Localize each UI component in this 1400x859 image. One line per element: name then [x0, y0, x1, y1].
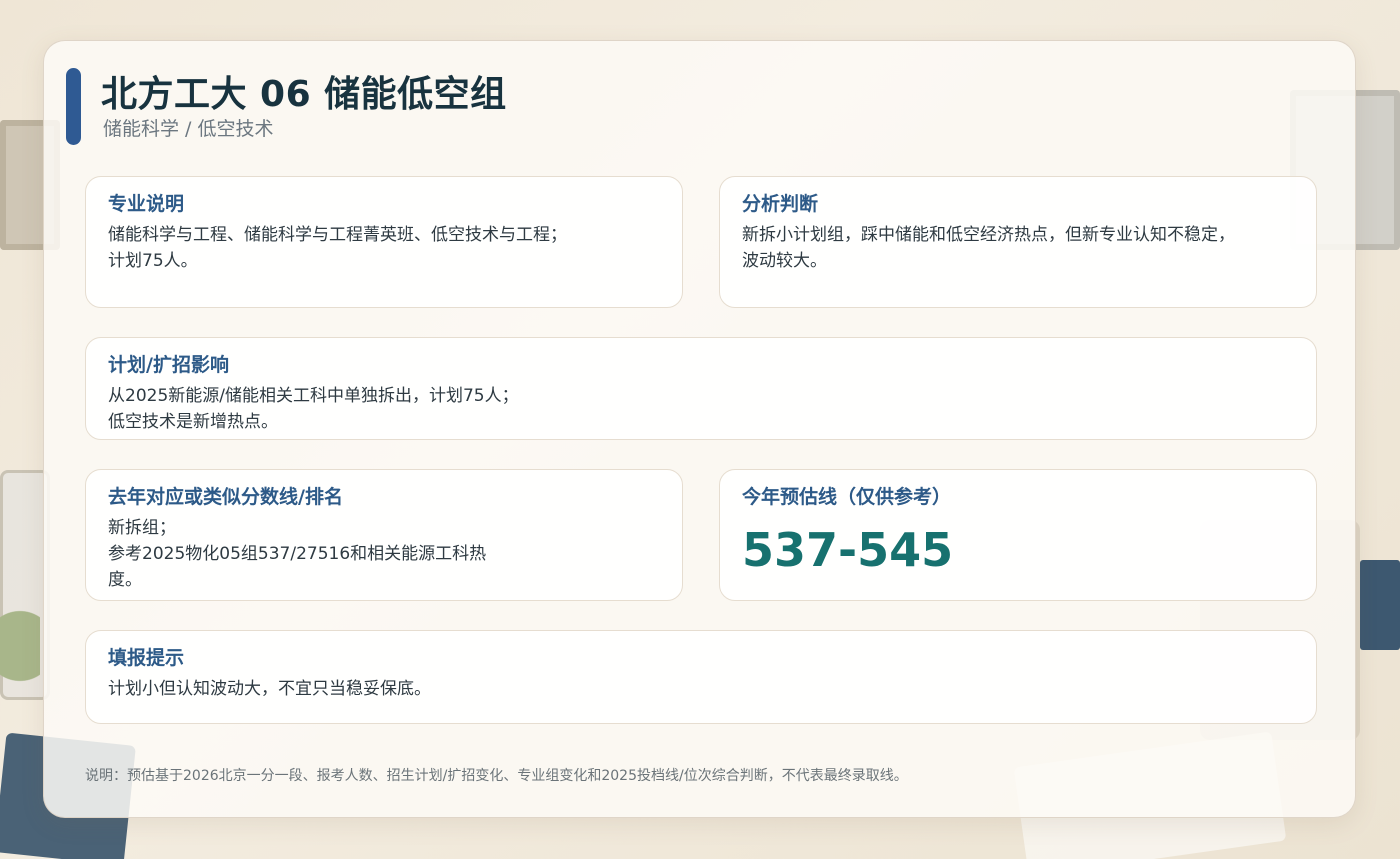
page-title: 北方工大 06 储能低空组 [101, 74, 507, 115]
card-body: 计划小但认知波动大，不宜只当稳妥保底。 [108, 679, 431, 699]
footnote: 说明：预估基于2026北京一分一段、报考人数、招生计划/扩招变化、专业组变化和2… [85, 768, 908, 784]
estimated-score-range: 537-545 [742, 523, 954, 577]
filing-tips-card: 填报提示 计划小但认知波动大，不宜只当稳妥保底。 [85, 630, 1317, 724]
card-title: 填报提示 [108, 647, 185, 669]
background-plant [0, 610, 40, 730]
estimate-card: 今年预估线（仅供参考） 537-545 [719, 469, 1317, 601]
card-body: 新拆组； 参考2025物化05组537/27516和相关能源工科热度。 [108, 518, 487, 590]
card-body: 储能科学与工程、储能科学与工程菁英班、低空技术与工程； 计划75人。 [108, 225, 567, 271]
plan-impact-card: 计划/扩招影响 从2025新能源/储能相关工科中单独拆出，计划75人； 低空技术… [85, 337, 1317, 440]
last-year-score-card: 去年对应或类似分数线/排名 新拆组； 参考2025物化05组537/27516和… [85, 469, 683, 601]
card-title: 专业说明 [108, 193, 185, 215]
card-title: 计划/扩招影响 [108, 354, 229, 376]
card-title: 分析判断 [742, 193, 819, 215]
card-body: 新拆小计划组，踩中储能和低空经济热点，但新专业认知不稳定，波动较大。 [742, 225, 1235, 271]
title-accent-bar [66, 68, 81, 145]
info-panel: 北方工大 06 储能低空组 储能科学 / 低空技术 专业说明 储能科学与工程、储… [43, 40, 1356, 818]
card-body: 从2025新能源/储能相关工科中单独拆出，计划75人； 低空技术是新增热点。 [108, 386, 519, 432]
major-description-card: 专业说明 储能科学与工程、储能科学与工程菁英班、低空技术与工程； 计划75人。 [85, 176, 683, 308]
page-subtitle: 储能科学 / 低空技术 [103, 118, 274, 140]
card-title: 去年对应或类似分数线/排名 [108, 486, 343, 508]
analysis-card: 分析判断 新拆小计划组，踩中储能和低空经济热点，但新专业认知不稳定，波动较大。 [719, 176, 1317, 308]
card-title: 今年预估线（仅供参考） [742, 486, 952, 508]
background-books [1360, 560, 1400, 650]
